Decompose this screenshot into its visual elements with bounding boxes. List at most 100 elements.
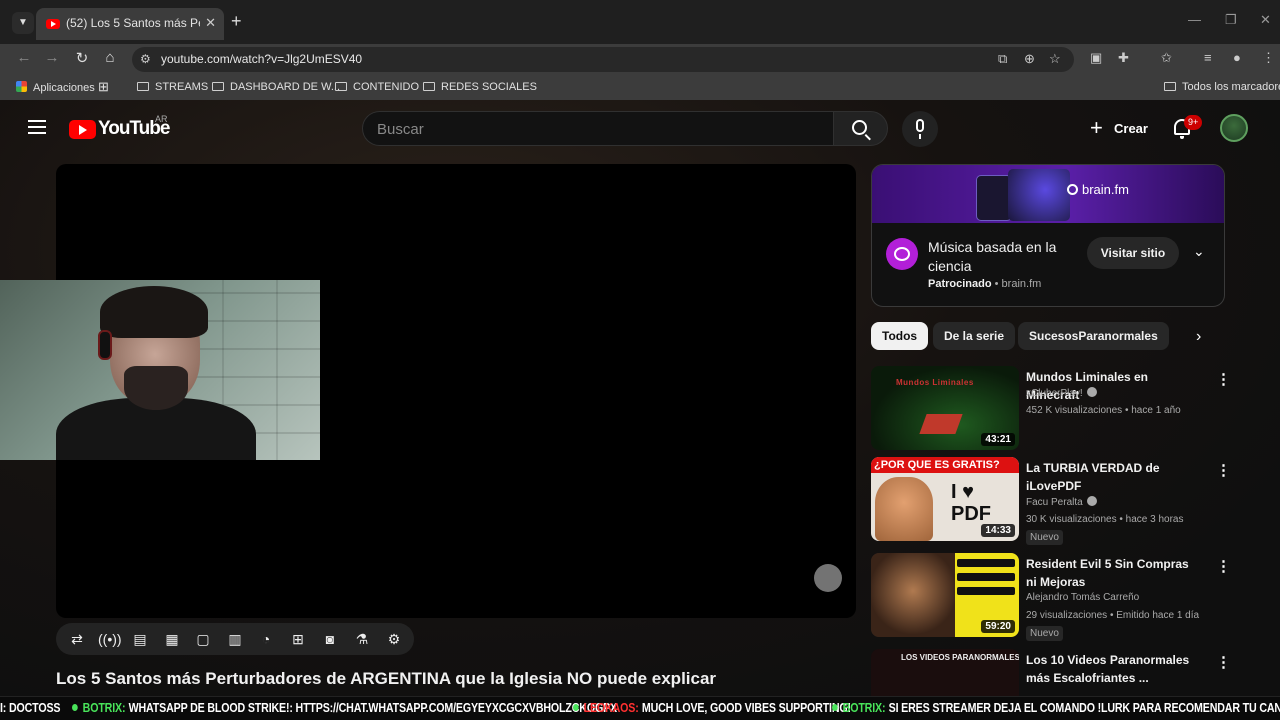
- thumbnail-text: Mundos Liminales: [896, 378, 974, 387]
- back-icon[interactable]: ←: [14, 49, 34, 66]
- webcam-overlay: [0, 280, 320, 460]
- ad-title[interactable]: Música basada en la ciencia: [928, 238, 1078, 276]
- flask-icon[interactable]: ⚗: [353, 630, 371, 648]
- profile-icon[interactable]: ●: [1233, 50, 1241, 65]
- install-app-icon[interactable]: ⧉: [998, 51, 1007, 67]
- youtube-logo-icon[interactable]: [69, 120, 96, 139]
- related-filter-chips: Todos De la serie SucesosParanormales ›: [871, 322, 1225, 350]
- more-actions-icon[interactable]: ⋮: [1216, 557, 1231, 575]
- recommendation-item[interactable]: 59:20 Resident Evil 5 Sin Compras ni Mej…: [871, 553, 1231, 641]
- ad-advertiser-logo-icon[interactable]: [886, 238, 918, 270]
- more-actions-icon[interactable]: ⋮: [1216, 370, 1231, 388]
- recommendation-title[interactable]: Los 10 Videos Paranormales más Escalofri…: [1026, 651, 1201, 687]
- bookmark-streams[interactable]: STREAMS: [137, 81, 208, 93]
- chat-ticker: I: DOCTOSS BOTRIX: WHATSAPP DE BLOOD STRI…: [0, 696, 1280, 720]
- voice-search-button[interactable]: [902, 111, 938, 147]
- apps-grid-icon: [16, 81, 27, 92]
- bookmark-dashboard[interactable]: DASHBOARD DE W...: [212, 81, 340, 93]
- ad-tablet-image: [1008, 169, 1070, 221]
- restore-icon[interactable]: ❐: [1225, 12, 1237, 28]
- guide-menu-icon[interactable]: [28, 120, 46, 134]
- video-thumbnail[interactable]: Mundos Liminales 43:21: [871, 366, 1019, 450]
- browser-menu-icon[interactable]: ⋮: [1262, 50, 1275, 66]
- reading-list-icon[interactable]: ✩: [1161, 50, 1172, 66]
- thumbnail-caption-bar: [957, 573, 1015, 581]
- channel-watermark-icon[interactable]: [814, 564, 842, 592]
- audio-wave-icon[interactable]: ((•)): [98, 630, 122, 648]
- reload-icon[interactable]: ↻: [72, 49, 92, 67]
- extension-icon[interactable]: ▣: [1090, 50, 1102, 66]
- chip-de-la-serie[interactable]: De la serie: [933, 322, 1016, 350]
- create-button[interactable]: + Crear: [1080, 111, 1160, 147]
- cinema-icon[interactable]: ▦: [163, 630, 181, 648]
- more-actions-icon[interactable]: ⋮: [1216, 653, 1231, 671]
- close-window-icon[interactable]: ✕: [1260, 12, 1271, 28]
- ticker-username: BOTRIX:: [82, 700, 126, 715]
- video-thumbnail[interactable]: LOS VIDEOS PARANORMALES: [871, 649, 1019, 696]
- tab-groups-icon[interactable]: ⊞: [98, 79, 109, 95]
- bookmark-apps[interactable]: Aplicaciones: [16, 81, 95, 94]
- search-button[interactable]: [833, 111, 888, 146]
- recommendation-title[interactable]: La TURBIA VERDAD de iLovePDF: [1026, 459, 1201, 495]
- thumbnail-text: LOS VIDEOS PARANORMALES: [901, 653, 1019, 662]
- screenshot-camera-icon[interactable]: ◙: [321, 630, 339, 648]
- media-control-icon[interactable]: ≡: [1204, 50, 1212, 65]
- playback-view-icon[interactable]: ▤: [131, 630, 149, 648]
- extensions-puzzle-icon[interactable]: ✚: [1118, 50, 1129, 66]
- bookmark-contenido[interactable]: CONTENIDO: [335, 81, 419, 93]
- video-thumbnail[interactable]: ¿POR QUE ES GRATIS? I ♥ PDF 14:33: [871, 457, 1019, 541]
- screen-fit-icon[interactable]: ▢: [194, 630, 212, 648]
- recommendation-item[interactable]: Mundos Liminales 43:21 Mundos Liminales …: [871, 366, 1231, 450]
- new-tab-button[interactable]: +: [231, 11, 242, 32]
- channel-name[interactable]: xCluberPlay!: [1026, 387, 1097, 399]
- home-icon[interactable]: ⌂: [100, 49, 120, 66]
- tab-search-icon[interactable]: ▼: [12, 12, 34, 34]
- chip-todos[interactable]: Todos: [871, 322, 929, 350]
- recommendation-item[interactable]: ¿POR QUE ES GRATIS? I ♥ PDF 14:33 La TURB…: [871, 457, 1231, 545]
- search-input[interactable]: Buscar: [362, 111, 834, 146]
- chip-sucesos-paranormales[interactable]: SucesosParanormales: [1018, 322, 1169, 350]
- mini-player-icon[interactable]: ▥: [226, 630, 244, 648]
- video-thumbnail[interactable]: 59:20: [871, 553, 1019, 637]
- sponsored-ad-card[interactable]: brain.fm Música basada en la ciencia Pat…: [871, 164, 1225, 307]
- minimize-icon[interactable]: —: [1188, 12, 1201, 27]
- ad-banner-image[interactable]: brain.fm: [872, 165, 1224, 223]
- more-actions-icon[interactable]: ⋮: [1216, 461, 1231, 479]
- account-avatar[interactable]: [1220, 114, 1248, 142]
- site-info-icon[interactable]: ⚙: [140, 52, 151, 66]
- visit-site-button[interactable]: Visitar sitio: [1087, 237, 1179, 269]
- microphone-icon: [916, 119, 924, 139]
- webcam-person-beard: [124, 366, 188, 410]
- address-bar[interactable]: ⚙ youtube.com/watch?v=Jlg2UmESV40 ⧉ ⊕ ☆: [132, 47, 1074, 72]
- zoom-icon[interactable]: ⊕: [1024, 51, 1035, 67]
- chevron-right-icon[interactable]: ›: [1196, 328, 1201, 346]
- bookmark-star-icon[interactable]: ☆: [1049, 51, 1061, 67]
- ticker-message: LEOKAOS: MUCH LOVE, GOOD VIBES SUPPORTING…: [573, 700, 851, 715]
- channel-name[interactable]: Facu Peralta: [1026, 496, 1097, 508]
- tab-close-icon[interactable]: ✕: [205, 15, 216, 31]
- speed-gauge-icon[interactable]: ◔: [257, 630, 275, 648]
- url-text[interactable]: youtube.com/watch?v=Jlg2UmESV40: [161, 52, 362, 66]
- folder-icon: [423, 82, 435, 91]
- status-dot-icon: [72, 704, 78, 711]
- search-placeholder: Buscar: [377, 121, 424, 138]
- verified-check-icon: [1086, 387, 1097, 397]
- forward-icon[interactable]: →: [42, 49, 62, 66]
- extension-controls-bar: ⇄ ((•)) ▤ ▦ ▢ ▥ ◔ ⊞ ◙ ⚗ ⚙: [56, 623, 414, 655]
- recommendation-title[interactable]: Resident Evil 5 Sin Compras ni Mejoras: [1026, 555, 1201, 591]
- channel-name[interactable]: Alejandro Tomás Carreño: [1026, 592, 1139, 603]
- recommendation-item[interactable]: LOS VIDEOS PARANORMALES Los 10 Videos Pa…: [871, 649, 1231, 696]
- ad-brand-logo: brain.fm: [1067, 182, 1129, 197]
- settings-gear-icon[interactable]: ⚙: [385, 630, 403, 648]
- loop-icon[interactable]: ⇄: [68, 630, 86, 648]
- all-bookmarks[interactable]: Todos los marcadores: [1164, 81, 1280, 93]
- ad-phone-image: [976, 175, 1012, 221]
- bookmark-redes-sociales[interactable]: REDES SOCIALES: [423, 81, 537, 93]
- browser-tab[interactable]: (52) Los 5 Santos más Perturbad ✕: [36, 8, 224, 40]
- tab-title: (52) Los 5 Santos más Perturbad: [66, 16, 200, 30]
- ticker-username: BOTRIX:: [842, 700, 886, 715]
- folder-icon: [1164, 82, 1176, 91]
- chevron-down-icon[interactable]: ⌄: [1193, 243, 1205, 260]
- add-clip-icon[interactable]: ⊞: [289, 630, 307, 648]
- duration-badge: 43:21: [981, 433, 1015, 446]
